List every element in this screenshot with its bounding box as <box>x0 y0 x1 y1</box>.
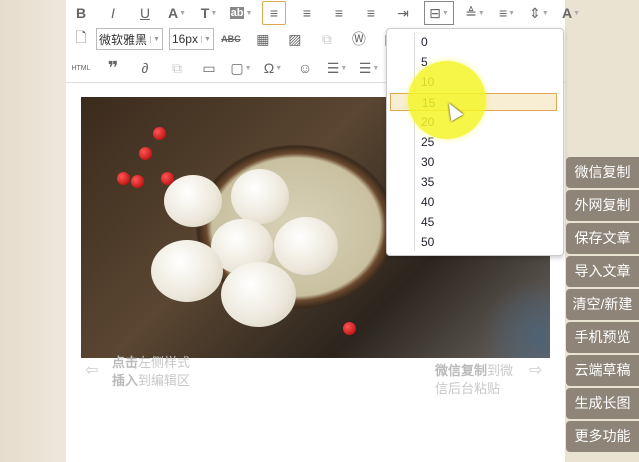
background-icon[interactable]: ▢ ▼ <box>230 57 252 79</box>
emoji-icon[interactable]: ☺ <box>294 57 316 79</box>
unordered-list-icon[interactable]: ☰ ▼ <box>358 57 380 79</box>
align-center-icon[interactable]: ≡ <box>296 2 318 24</box>
table-icon[interactable]: ▦ <box>252 28 274 50</box>
bold-icon[interactable]: B <box>70 2 92 24</box>
word-image-icon[interactable]: ⧉ <box>316 28 338 50</box>
margin-option-30[interactable]: 30 <box>390 153 557 171</box>
horizontal-rule-icon[interactable]: ▭ <box>198 57 220 79</box>
arrow-right-icon: ⇨ <box>529 362 543 379</box>
font-size-select[interactable]: 16px ▼ <box>168 28 214 50</box>
margin-option-35[interactable]: 35 <box>390 173 557 191</box>
side-button-5[interactable]: 手机预览 <box>566 322 639 353</box>
strikethrough-icon[interactable]: ABC <box>220 28 242 50</box>
line-height-icon[interactable]: ⇕ ▼ <box>528 2 550 24</box>
margin-option-0[interactable]: 0 <box>390 33 557 51</box>
special-char-icon[interactable]: Ω ▼ <box>262 57 284 79</box>
margin-option-25[interactable]: 25 <box>390 133 557 151</box>
side-button-1[interactable]: 外网复制 <box>566 190 639 221</box>
side-button-0[interactable]: 微信复制 <box>566 157 639 188</box>
toolbar-row-3: HTML ❞ ∂ ⧉ ▭ ▢▼ Ω▼ ☺ ☰▼ ☰▼ ▶ <box>70 56 424 80</box>
margin-option-40[interactable]: 40 <box>390 193 557 211</box>
side-button-8[interactable]: 更多功能 <box>566 421 639 452</box>
font-color-icon[interactable]: A ▼ <box>166 2 188 24</box>
underline-icon[interactable]: U <box>134 2 156 24</box>
align-left-icon[interactable]: ≡ <box>262 1 286 25</box>
right-hint: 微信复制到微 信后台粘贴 <box>435 363 514 396</box>
side-button-4[interactable]: 清空/新建 <box>566 289 639 320</box>
indent-icon[interactable]: ⇥ <box>392 2 414 24</box>
word-import-icon[interactable]: Ⓦ <box>348 28 370 50</box>
margin-option-50[interactable]: 50 <box>390 233 557 251</box>
side-button-2[interactable]: 保存文章 <box>566 223 639 254</box>
side-button-7[interactable]: 生成长图 <box>566 388 639 419</box>
text-format-icon[interactable]: T ▼ <box>198 2 220 24</box>
new-document-icon[interactable]: 🗋 <box>70 28 92 50</box>
highlight-icon[interactable]: ab ▼ <box>229 2 252 24</box>
page-margin-dropdown: 05101520253035404550 <box>386 28 564 256</box>
unlink-icon[interactable]: ⧉ <box>166 57 188 79</box>
margin-option-5[interactable]: 5 <box>390 53 557 71</box>
font-family-value: 微软雅黑 <box>99 32 148 47</box>
margin-option-45[interactable]: 45 <box>390 213 557 231</box>
side-actions: 微信复制 外网复制 保存文章 导入文章 清空/新建 手机预览 云端草稿 生成长图 更多功能 <box>566 157 639 454</box>
left-hint: 点击左侧样式 插入到编辑区 <box>112 355 191 388</box>
image-icon[interactable]: ▨ <box>284 28 306 50</box>
justify-icon[interactable]: ≡ <box>360 2 382 24</box>
side-button-6[interactable]: 云端草稿 <box>566 355 639 386</box>
blockquote-icon[interactable]: ❞ <box>102 57 124 79</box>
arrow-left-icon: ⇦ <box>85 362 99 379</box>
line-spacing-bottom-icon[interactable]: ≡ ▼ <box>496 2 518 24</box>
toolbar-row-1: B I U A ▼ T ▼ ab ▼ ≡ ≡ ≡ ≡ ⇥ ⊟ ▼ ≜ ▼ ≡ ▼ ⇕ ▼ A ▼ <box>70 1 592 25</box>
align-right-icon[interactable]: ≡ <box>328 2 350 24</box>
side-button-3[interactable]: 导入文章 <box>566 256 639 287</box>
toolbar-row-2: 🗋 微软雅黑▼ 16px▼ ABC ▦ ▨ ⧉ Ⓦ ▨ <box>70 28 412 50</box>
ordered-list-icon[interactable]: ☰ ▼ <box>326 57 348 79</box>
page-margin-icon[interactable]: ⊟ ▼ <box>424 1 454 25</box>
click-highlight <box>408 61 486 139</box>
html-source-button[interactable]: HTML <box>70 57 92 79</box>
letter-spacing-icon[interactable]: A ▼ <box>560 2 582 24</box>
italic-icon[interactable]: I <box>102 2 124 24</box>
line-spacing-top-icon[interactable]: ≜ ▼ <box>464 2 486 24</box>
font-family-select[interactable]: 微软雅黑 ▼ <box>96 28 163 50</box>
font-size-value: 16px <box>171 32 198 46</box>
link-icon[interactable]: ∂ <box>134 57 156 79</box>
